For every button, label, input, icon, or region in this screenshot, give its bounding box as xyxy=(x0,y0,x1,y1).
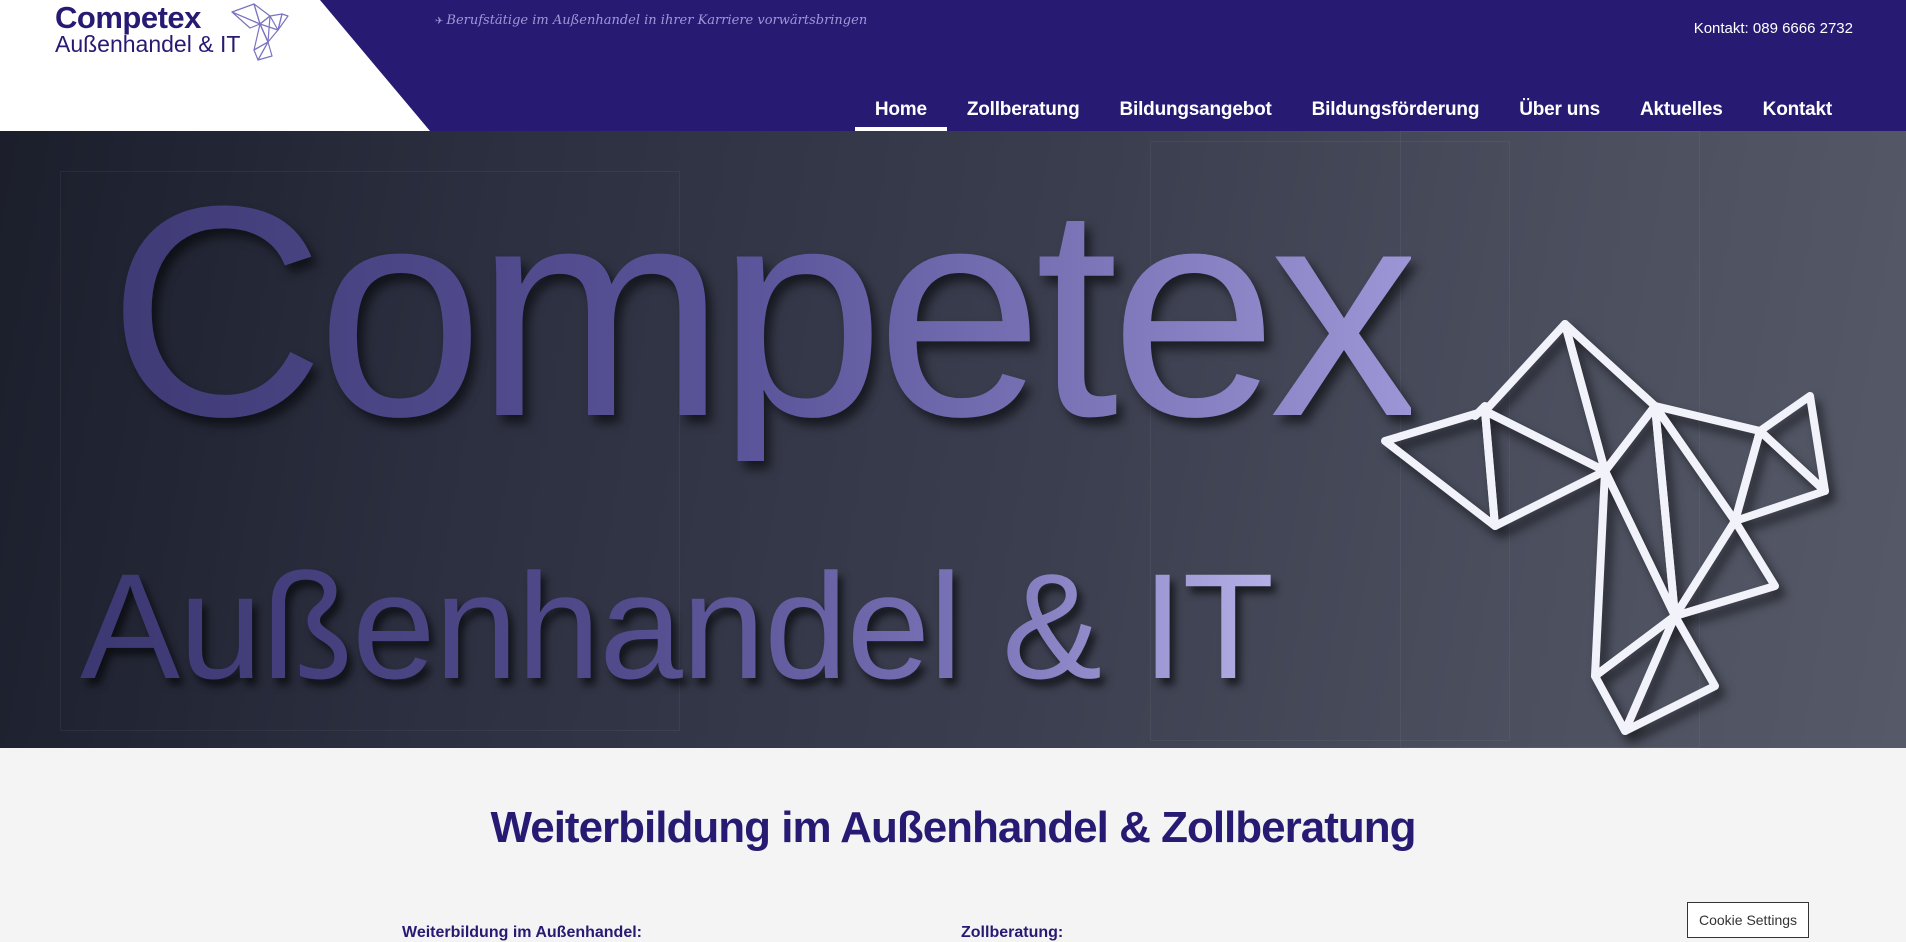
hero-logo-subtitle: Außenhandel & IT xyxy=(80,542,1274,710)
section-heading-zollberatung: Zollberatung: xyxy=(961,924,1064,941)
nav-item-home[interactable]: Home xyxy=(854,88,947,131)
tagline-text: Berufstätige im Außenhandel in ihrer Kar… xyxy=(446,13,868,28)
header-tagline: ✈ Berufstätige im Außenhandel in ihrer Ka… xyxy=(435,13,867,28)
nav-item-kontakt[interactable]: Kontakt xyxy=(1743,88,1852,131)
cookie-settings-button[interactable]: Cookie Settings xyxy=(1687,902,1809,938)
nav-item-bildungsangebot[interactable]: Bildungsangebot xyxy=(1099,88,1291,131)
nav-item-ueber-uns[interactable]: Über uns xyxy=(1499,88,1620,131)
page-title: Weiterbildung im Außenhandel & Zollberat… xyxy=(490,803,1417,852)
nav-item-zollberatung[interactable]: Zollberatung xyxy=(947,88,1100,131)
nav-item-bildungsfoerderung[interactable]: Bildungsförderung xyxy=(1292,88,1500,131)
hero-banner: Competex Außenhandel & IT xyxy=(0,131,1906,748)
logo-subtitle: Außenhandel & IT xyxy=(55,31,241,57)
main-nav: Home Zollberatung Bildungsangebot Bildun… xyxy=(854,88,1852,131)
origami-bird-icon xyxy=(1381,320,1829,735)
nav-item-aktuelles[interactable]: Aktuelles xyxy=(1620,88,1743,131)
hero-logo-title: Competex xyxy=(108,143,1419,479)
header-contact[interactable]: Kontakt: 089 6666 2732 xyxy=(1694,20,1853,37)
section-heading-weiterbildung: Weiterbildung im Außenhandel: xyxy=(402,924,642,941)
origami-bird-icon xyxy=(231,3,289,61)
site-logo[interactable]: Competex Außenhandel & IT xyxy=(55,0,295,66)
site-header: Competex Außenhandel & IT ✈ Berufstätige … xyxy=(0,0,1906,131)
plane-icon: ✈ xyxy=(435,16,444,27)
